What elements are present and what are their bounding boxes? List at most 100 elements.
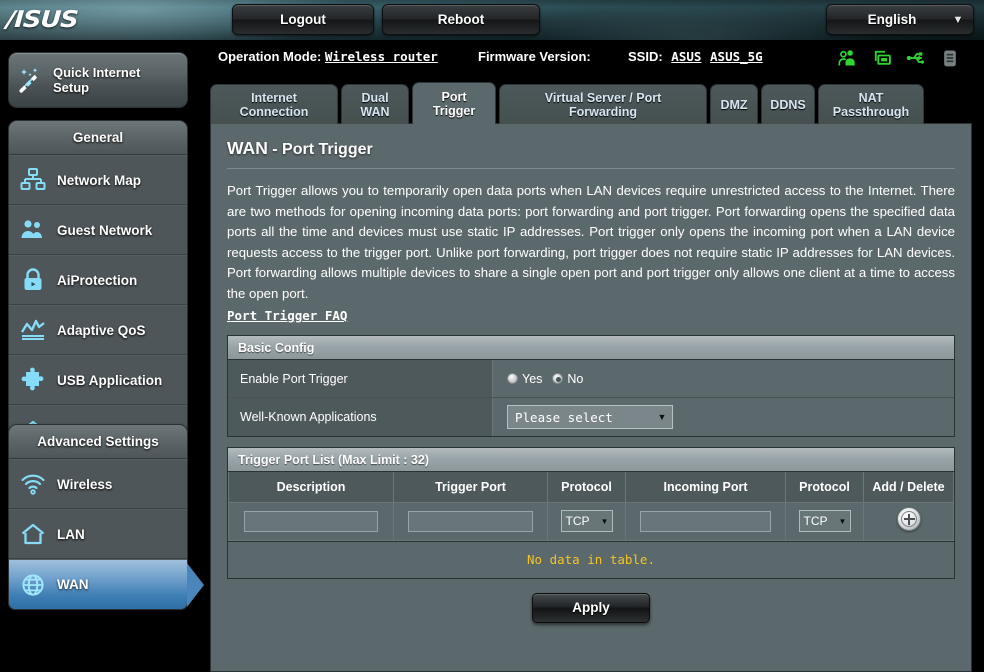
sidebar-item-aiprotection-label: AiProtection	[57, 272, 138, 288]
radio-no-button[interactable]	[552, 373, 564, 384]
sidebar-item-usb-application[interactable]: USB Application	[9, 355, 187, 405]
tab-dmz[interactable]: DMZ	[710, 84, 758, 124]
ssid-label: SSID:	[628, 49, 663, 64]
sidebar-item-network-map[interactable]: Network Map	[9, 155, 187, 205]
devices-icon[interactable]	[872, 48, 892, 68]
tab-nat-passthrough[interactable]: NAT Passthrough	[818, 84, 924, 124]
cell-trigger-port	[393, 501, 548, 541]
cell-description	[228, 501, 394, 541]
column-description: Description	[228, 472, 394, 503]
chevron-down-icon: ▼	[838, 516, 847, 526]
radio-yes[interactable]: Yes	[507, 372, 542, 386]
lock-shield-icon	[9, 267, 57, 293]
chevron-down-icon: ▼	[600, 516, 609, 526]
apply-row: Apply	[219, 592, 963, 623]
port-trigger-faq-link[interactable]: Port Trigger FAQ	[227, 308, 347, 323]
page-title-main: WAN	[227, 138, 268, 158]
sidebar-item-wireless[interactable]: Wireless	[9, 459, 187, 509]
trigger-port-input[interactable]	[407, 510, 534, 532]
cell-incoming-port	[625, 501, 786, 541]
quick-internet-setup-button[interactable]: Quick Internet Setup	[8, 52, 188, 108]
radio-yes-label: Yes	[522, 371, 543, 386]
description-input[interactable]	[243, 510, 379, 532]
quick-internet-setup-label: Quick Internet Setup	[53, 65, 141, 95]
router-admin-window: /ISUS Logout Reboot English ▼ Operation …	[0, 0, 984, 672]
clients-users-icon[interactable]	[838, 48, 858, 68]
incoming-port-input[interactable]	[640, 510, 771, 532]
operation-mode-link[interactable]: Wireless router	[325, 49, 438, 64]
enable-port-trigger-row: Enable Port Trigger Yes No	[228, 360, 954, 398]
main-panel: WAN - Port Trigger Port Trigger allows y…	[210, 123, 972, 672]
tab-dual-wan[interactable]: Dual WAN	[341, 84, 409, 124]
tab-virtual-server-port-forwarding[interactable]: Virtual Server / Port Forwarding	[499, 84, 707, 124]
language-select[interactable]: English ▼	[826, 4, 974, 35]
logout-button[interactable]: Logout	[232, 4, 374, 35]
tab-ddns[interactable]: DDNS	[761, 84, 815, 124]
trigger-protocol-select[interactable]: TCP ▼	[560, 510, 613, 532]
chart-qos-icon	[9, 317, 57, 343]
puzzle-icon	[9, 367, 57, 393]
page-title: WAN - Port Trigger	[227, 138, 963, 159]
tab-port-trigger[interactable]: Port Trigger	[412, 82, 496, 124]
sidebar-item-guest-network[interactable]: Guest Network	[9, 205, 187, 255]
sidebar-item-adaptive-qos[interactable]: Adaptive QoS	[9, 305, 187, 355]
top-banner: /ISUS Logout Reboot English ▼	[0, 0, 984, 40]
sidebar-group-general-title: General	[9, 121, 187, 155]
enable-port-trigger-label: Enable Port Trigger	[228, 360, 493, 397]
enable-port-trigger-value: Yes No	[493, 360, 954, 397]
incoming-protocol-value: TCP	[803, 514, 828, 528]
reboot-button[interactable]: Reboot	[382, 4, 540, 35]
language-label: English	[867, 12, 917, 27]
sidebar-item-wan[interactable]: WAN	[9, 559, 204, 609]
well-known-applications-value: Please select ▼	[493, 398, 954, 436]
firmware-version-label: Firmware Version:	[478, 49, 591, 64]
plus-circle-icon[interactable]	[896, 506, 921, 531]
well-known-applications-select[interactable]: Please select ▼	[507, 405, 673, 429]
title-divider	[227, 168, 955, 169]
tab-internet-connection[interactable]: Internet Connection	[210, 84, 338, 124]
ssid-link-24g[interactable]: ASUS	[671, 49, 701, 64]
sidebar-group-advanced: Advanced Settings Wireless LAN WAN	[8, 424, 204, 610]
network-map-icon	[9, 167, 57, 193]
cell-incoming-protocol: TCP ▼	[785, 501, 864, 541]
table-header-row: Description Trigger Port Protocol Incomi…	[228, 472, 954, 503]
sidebar: Quick Internet Setup General Network Map	[0, 40, 204, 672]
cell-trigger-protocol: TCP ▼	[547, 501, 626, 541]
globe-icon	[9, 572, 57, 598]
column-trigger-port: Trigger Port	[393, 472, 548, 503]
incoming-protocol-select[interactable]: TCP ▼	[798, 510, 851, 532]
radio-no[interactable]: No	[552, 372, 583, 386]
ssid-link-5g[interactable]: ASUS_5G	[710, 49, 763, 64]
asus-logo: /ISUS	[5, 7, 79, 33]
well-known-applications-selected: Please select	[515, 409, 613, 425]
wan-tabs: Internet Connection Dual WAN Port Trigge…	[210, 82, 972, 124]
sidebar-item-usb-application-label: USB Application	[57, 372, 163, 388]
well-known-applications-label: Well-Known Applications	[228, 398, 493, 436]
sidebar-item-aiprotection[interactable]: AiProtection	[9, 255, 187, 305]
printer-icon[interactable]	[940, 48, 960, 68]
well-known-applications-row: Well-Known Applications Please select ▼	[228, 398, 954, 436]
column-protocol-1: Protocol	[547, 472, 626, 503]
chevron-down-icon: ▼	[952, 13, 964, 26]
trigger-port-list-section: Trigger Port List (Max Limit : 32) Descr…	[227, 447, 955, 542]
sidebar-item-lan[interactable]: LAN	[9, 509, 187, 559]
operation-mode-label: Operation Mode:	[218, 49, 322, 64]
apply-button[interactable]: Apply	[532, 592, 650, 623]
radio-yes-button[interactable]	[507, 373, 518, 384]
sidebar-group-advanced-title: Advanced Settings	[9, 425, 187, 459]
table-entry-row: TCP ▼ TCP ▼	[228, 501, 954, 541]
sidebar-item-lan-label: LAN	[57, 526, 85, 542]
basic-config-section: Basic Config Enable Port Trigger Yes No …	[227, 335, 955, 437]
sidebar-item-adaptive-qos-label: Adaptive QoS	[57, 322, 146, 338]
wifi-icon	[9, 471, 57, 497]
house-icon	[9, 521, 57, 547]
magic-wand-icon	[9, 64, 53, 96]
trigger-protocol-value: TCP	[565, 514, 590, 528]
ssid-group: SSID: ASUS ASUS_5G	[628, 49, 763, 64]
header-status-icons	[838, 48, 960, 68]
column-protocol-2: Protocol	[785, 472, 864, 503]
basic-config-title: Basic Config	[228, 336, 954, 360]
usb-icon[interactable]	[906, 48, 926, 68]
guest-network-icon	[9, 217, 57, 243]
radio-no-label: No	[567, 371, 584, 386]
